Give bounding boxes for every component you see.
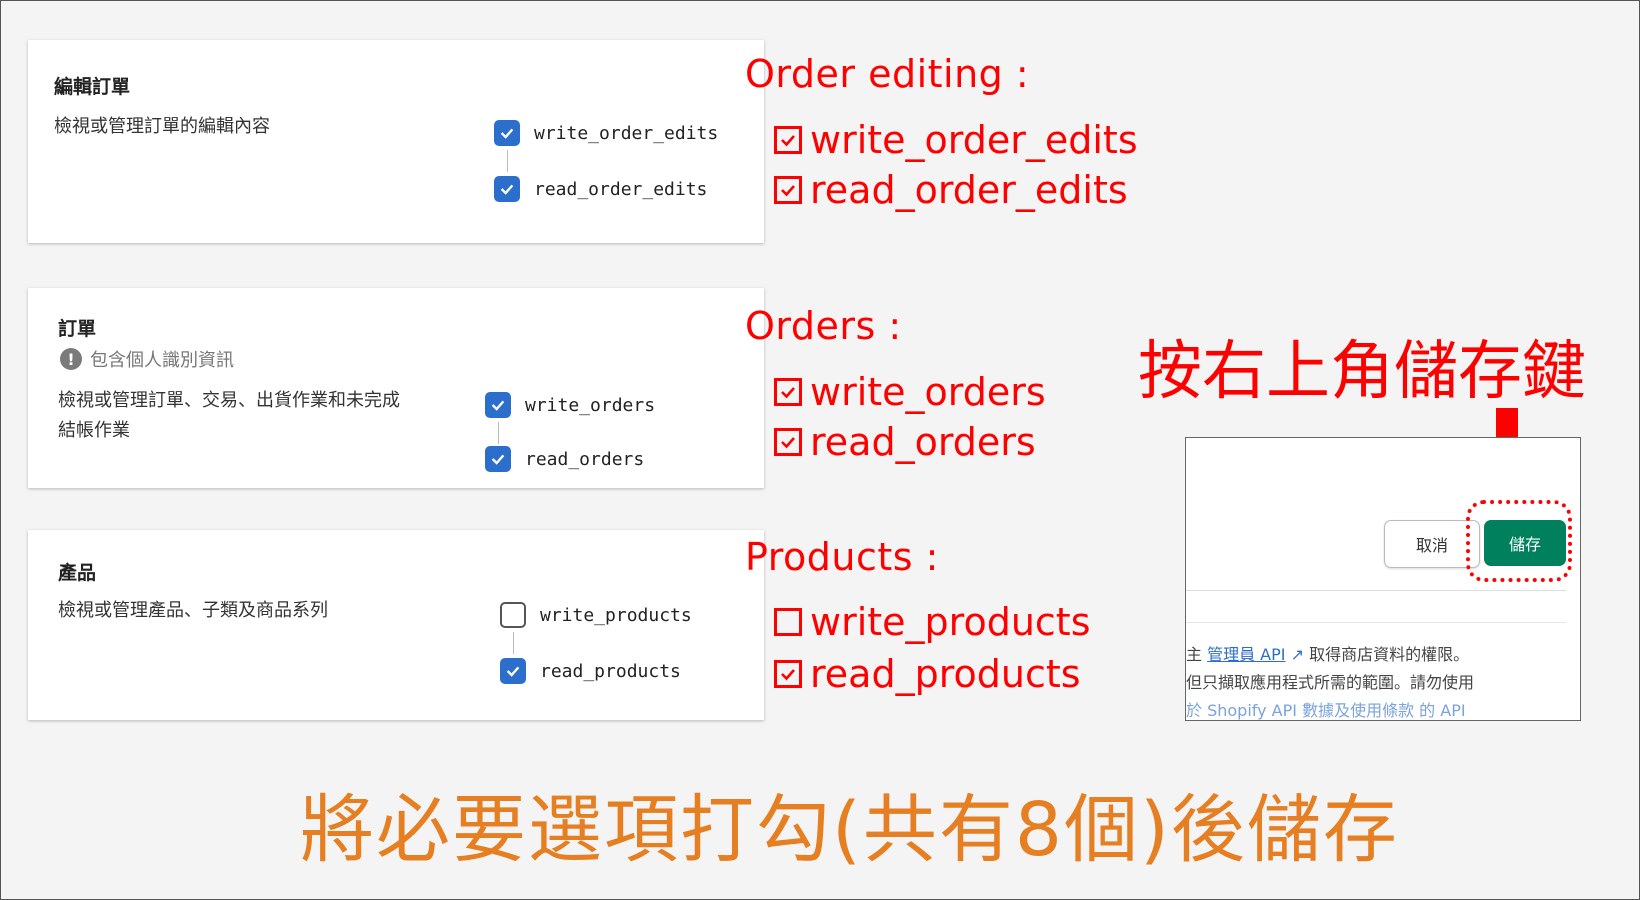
annotation-label: read_products (810, 652, 1081, 696)
checkbox-unchecked[interactable] (500, 602, 526, 628)
save-hint-text: 按右上角儲存鍵 (1138, 335, 1586, 409)
checkbox-checked[interactable] (500, 658, 526, 684)
permission-connector (513, 632, 514, 654)
orders-card: 訂單 ! 包含個人識別資訊 檢視或管理訂單、交易、出貨作業和未完成 結帳作業 w… (28, 288, 764, 488)
red-checked-box-icon (774, 126, 802, 154)
inset-panel: 主 管理員 API ↗ 取得商店資料的權限。 但只擷取應用程式所需的範圍。請勿使… (1186, 622, 1566, 720)
red-checked-box-icon (774, 660, 802, 688)
red-checked-box-icon (774, 378, 802, 406)
perm-label: write_orders (525, 394, 656, 416)
inset-line: 於 Shopify API 數據及使用條款 的 API (1186, 701, 1466, 720)
red-empty-box-icon (774, 608, 802, 636)
checkbox-checked[interactable] (485, 446, 511, 472)
annotation-item: read_order_edits (774, 168, 1128, 212)
annotation-item: write_orders (774, 370, 1046, 414)
red-checked-box-icon (774, 428, 802, 456)
inset-line: 主 管理員 API ↗ 取得商店資料的權限。 (1186, 641, 1469, 665)
perm-write-orders[interactable]: write_orders (485, 392, 655, 418)
annotation-label: write_orders (810, 370, 1046, 414)
pii-label: 包含個人識別資訊 (90, 350, 234, 371)
pii-note: ! 包含個人識別資訊 (60, 346, 234, 372)
perm-read-orders[interactable]: read_orders (485, 446, 644, 472)
annotation-item: read_orders (774, 420, 1036, 464)
perm-read-order-edits[interactable]: read_order_edits (494, 176, 707, 202)
card-description: 檢視或管理訂單的編輯內容 (54, 116, 270, 137)
checkbox-checked[interactable] (494, 176, 520, 202)
perm-label: read_products (540, 660, 681, 682)
inset-line: 但只擷取應用程式所需的範圍。請勿使用 (1186, 673, 1475, 692)
card-title: 訂單 (58, 318, 97, 340)
permission-connector (498, 422, 499, 444)
save-button-inset: 取消 儲存 主 管理員 API ↗ 取得商店資料的權限。 但只擷取應用程式所需的… (1185, 437, 1581, 721)
description-line: 結帳作業 (58, 420, 130, 441)
perm-label: read_order_edits (534, 178, 708, 200)
admin-api-link[interactable]: 管理員 API (1207, 645, 1285, 664)
products-card: 產品 檢視或管理產品、子類及商品系列 write_products read_p… (28, 530, 764, 720)
inset-text-suffix: 取得商店資料的權限。 (1304, 645, 1470, 664)
annotation-title: Orders : (745, 304, 902, 348)
card-description: 檢視或管理訂單、交易、出貨作業和未完成 結帳作業 (58, 386, 400, 446)
checkbox-checked[interactable] (485, 392, 511, 418)
card-description: 檢視或管理產品、子類及商品系列 (58, 600, 328, 621)
card-title: 編輯訂單 (54, 76, 131, 98)
perm-write-products[interactable]: write_products (500, 602, 692, 628)
red-checked-box-icon (774, 176, 802, 204)
order-editing-card: 編輯訂單 檢視或管理訂單的編輯內容 write_order_edits read… (28, 40, 764, 243)
annotation-title: Products : (745, 535, 939, 579)
perm-read-products[interactable]: read_products (500, 658, 681, 684)
bottom-caption: 將必要選項打勾(共有8個)後儲存 (300, 787, 1399, 873)
annotation-item: read_products (774, 652, 1081, 696)
divider (1186, 590, 1566, 591)
checkbox-checked[interactable] (494, 120, 520, 146)
annotation-title: Order editing : (745, 52, 1030, 96)
inset-text-prefix: 主 (1186, 645, 1208, 664)
perm-label: write_order_edits (534, 122, 719, 144)
perm-write-order-edits[interactable]: write_order_edits (494, 120, 718, 146)
annotation-label: read_orders (810, 420, 1036, 464)
card-title: 產品 (58, 562, 97, 584)
annotation-label: write_products (810, 600, 1091, 644)
perm-label: read_orders (525, 448, 645, 470)
highlight-ring (1466, 500, 1572, 582)
annotation-label: read_order_edits (810, 168, 1128, 212)
perm-label: write_products (540, 604, 692, 626)
annotation-label: write_order_edits (810, 118, 1138, 162)
annotation-item: write_products (774, 600, 1091, 644)
permission-connector (507, 150, 508, 172)
description-line: 檢視或管理訂單、交易、出貨作業和未完成 (58, 390, 400, 411)
external-link-icon: ↗ (1285, 645, 1304, 664)
annotation-item: write_order_edits (774, 118, 1138, 162)
alert-circle-icon: ! (60, 348, 82, 370)
